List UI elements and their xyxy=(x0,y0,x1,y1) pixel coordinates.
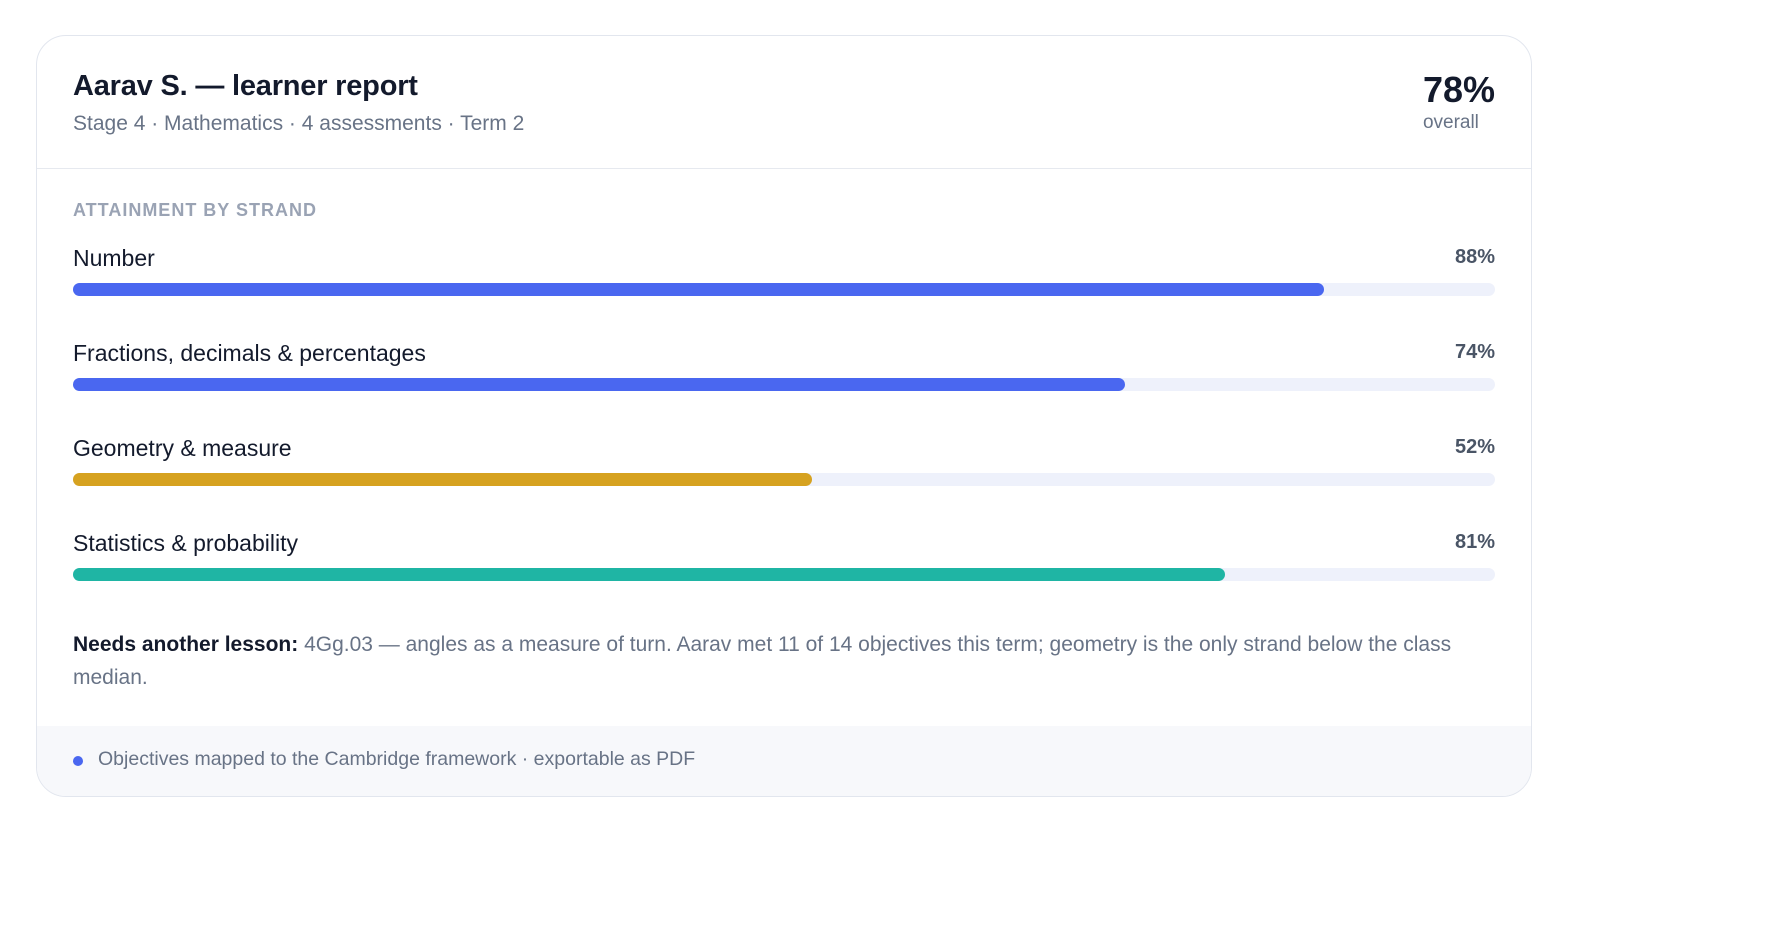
progress-track xyxy=(73,283,1495,296)
strand-percent: 81% xyxy=(1454,531,1495,553)
progress-fill xyxy=(73,283,1325,296)
strand-name: Fractions, decimals & percentages xyxy=(73,340,426,366)
report-footer: Objectives mapped to the Cambridge frame… xyxy=(37,726,1531,796)
progress-fill xyxy=(73,473,813,486)
strand-percent: 52% xyxy=(1454,436,1495,458)
section-label: ATTAINMENT BY STRAND xyxy=(73,200,317,220)
strand-name: Number xyxy=(73,245,155,271)
learner-report-card: Aarav S. — learner report Stage 4 · Math… xyxy=(36,35,1532,797)
note-label: Needs another lesson: xyxy=(73,633,299,656)
report-subtitle: Stage 4 · Mathematics · 4 assessments · … xyxy=(73,112,525,135)
progress-fill xyxy=(73,378,1126,391)
strand-name: Geometry & measure xyxy=(73,435,292,461)
report-title: Aarav S. — learner report xyxy=(73,70,418,102)
strand-name: Statistics & probability xyxy=(73,530,298,556)
strand-row-geometry: Geometry & measure 52% xyxy=(73,435,1495,495)
strand-row-fractions: Fractions, decimals & percentages 74% xyxy=(73,340,1495,400)
progress-track xyxy=(73,568,1495,581)
report-header: Aarav S. — learner report Stage 4 · Math… xyxy=(37,36,1531,169)
progress-fill xyxy=(73,568,1225,581)
strand-percent: 88% xyxy=(1454,246,1495,268)
overall-score-label: overall xyxy=(1422,112,1479,133)
footer-text: Objectives mapped to the Cambridge frame… xyxy=(98,748,696,770)
progress-track xyxy=(73,378,1495,391)
needs-lesson-note: Needs another lesson: 4Gg.03 — angles as… xyxy=(73,628,1495,694)
strand-row-statistics: Statistics & probability 81% xyxy=(73,530,1495,590)
overall-score-value: 78% xyxy=(1422,69,1495,110)
progress-track xyxy=(73,473,1495,486)
bullet-dot-icon xyxy=(73,756,83,766)
strand-row-number: Number 88% xyxy=(73,245,1495,305)
overall-score: 78% overall xyxy=(1423,70,1495,134)
strand-percent: 74% xyxy=(1454,341,1495,363)
